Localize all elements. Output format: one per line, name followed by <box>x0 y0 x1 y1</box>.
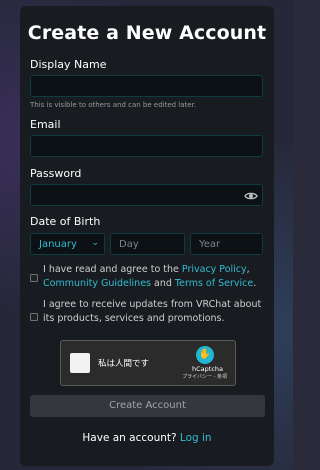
month-value: January <box>39 239 77 250</box>
chevron-down-icon: ⌄ <box>91 238 99 248</box>
display-name-hint: This is visible to others and can be edi… <box>30 101 197 109</box>
community-guidelines-link[interactable]: Community Guidelines <box>43 278 151 289</box>
email-input[interactable] <box>30 135 263 157</box>
display-name-input[interactable] <box>30 75 263 97</box>
agree-updates-text: I agree to receive updates from VRChat a… <box>43 299 262 324</box>
hcaptcha-logo-icon: ✋ <box>196 346 214 364</box>
captcha-label: 私は人間です <box>98 359 150 369</box>
password-label: Password <box>30 167 82 180</box>
login-link[interactable]: Log in <box>180 432 212 444</box>
day-input[interactable]: Day <box>110 233 185 255</box>
captcha-checkbox[interactable] <box>70 353 90 373</box>
email-label: Email <box>30 118 61 131</box>
login-prompt-text: Have an account? <box>82 432 180 444</box>
dob-label: Date of Birth <box>30 215 101 228</box>
eye-icon[interactable] <box>244 189 258 203</box>
agree-tos-text: I have read and agree to the Privacy Pol… <box>43 263 265 291</box>
privacy-policy-link[interactable]: Privacy Policy <box>182 264 247 275</box>
day-placeholder: Day <box>119 239 139 250</box>
agree-tos-comma: , <box>246 264 250 275</box>
agree-tos-checkbox[interactable] <box>30 274 38 282</box>
page-title: Create a New Account <box>27 22 267 44</box>
agree-tos-period: . <box>253 278 257 289</box>
password-input[interactable] <box>30 184 263 206</box>
agree-tos-prefix: I have read and agree to the <box>43 264 182 275</box>
agree-tos-and: and <box>151 278 175 289</box>
month-select[interactable]: January ⌄ <box>30 233 105 255</box>
create-account-button[interactable]: Create Account <box>30 395 265 417</box>
terms-of-service-link[interactable]: Terms of Service <box>175 278 253 289</box>
agree-updates-checkbox[interactable] <box>30 313 38 321</box>
year-input[interactable]: Year <box>190 233 263 255</box>
year-placeholder: Year <box>199 239 221 250</box>
hcaptcha-legal[interactable]: プライバシー - 条項 <box>182 373 227 380</box>
signup-panel: Create a New Account Display Name This i… <box>20 6 274 466</box>
login-prompt: Have an account? Log in <box>20 432 274 444</box>
display-name-label: Display Name <box>30 58 107 71</box>
hcaptcha-widget: 私は人間です ✋ hCaptcha プライバシー - 条項 <box>60 340 236 386</box>
hcaptcha-brand: hCaptcha <box>192 365 223 373</box>
